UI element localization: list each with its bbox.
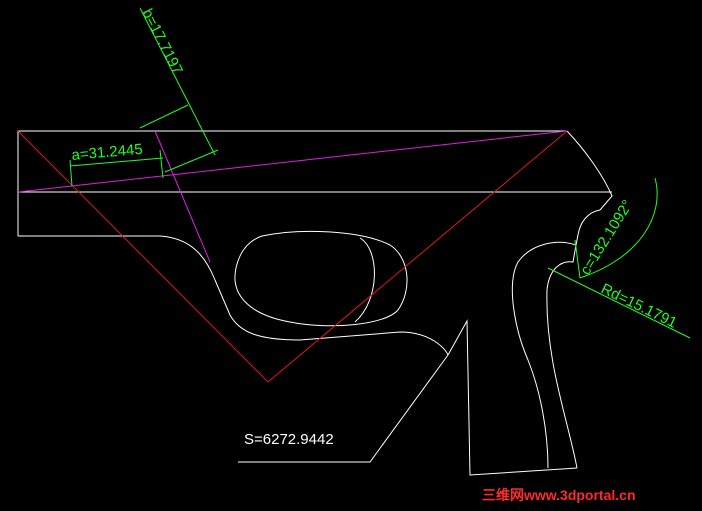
red-triangle-line: [17, 130, 568, 383]
dim-b-label: b=17.7197: [138, 6, 186, 77]
dim-c-label: c=132.1092°: [577, 197, 636, 278]
dim-a-ext-right: [159, 149, 164, 179]
dim-b-ext-2: [164, 149, 219, 173]
dim-b-ext-1: [139, 104, 189, 129]
area-label: S=6272.9442: [244, 431, 334, 448]
cad-drawing-canvas: a=31.2445 b=17.7197 c=132.1092° Rd=15.17…: [17, 6, 691, 503]
construction-lines: [17, 130, 568, 383]
grip-back: [511, 241, 578, 469]
watermark: 三维网www.3dportal.cn: [482, 487, 636, 503]
muzzle-curve: [566, 130, 613, 211]
dim-rd-label: Rd=15.1791: [598, 280, 679, 331]
frame-bottom: [18, 235, 449, 356]
dim-c-ext: [574, 239, 581, 279]
trigger-guard-arc: [354, 237, 375, 323]
trigger-guard-inner: [234, 230, 408, 327]
grip-front: [447, 319, 578, 476]
magenta-line-diagonal: [154, 130, 211, 263]
